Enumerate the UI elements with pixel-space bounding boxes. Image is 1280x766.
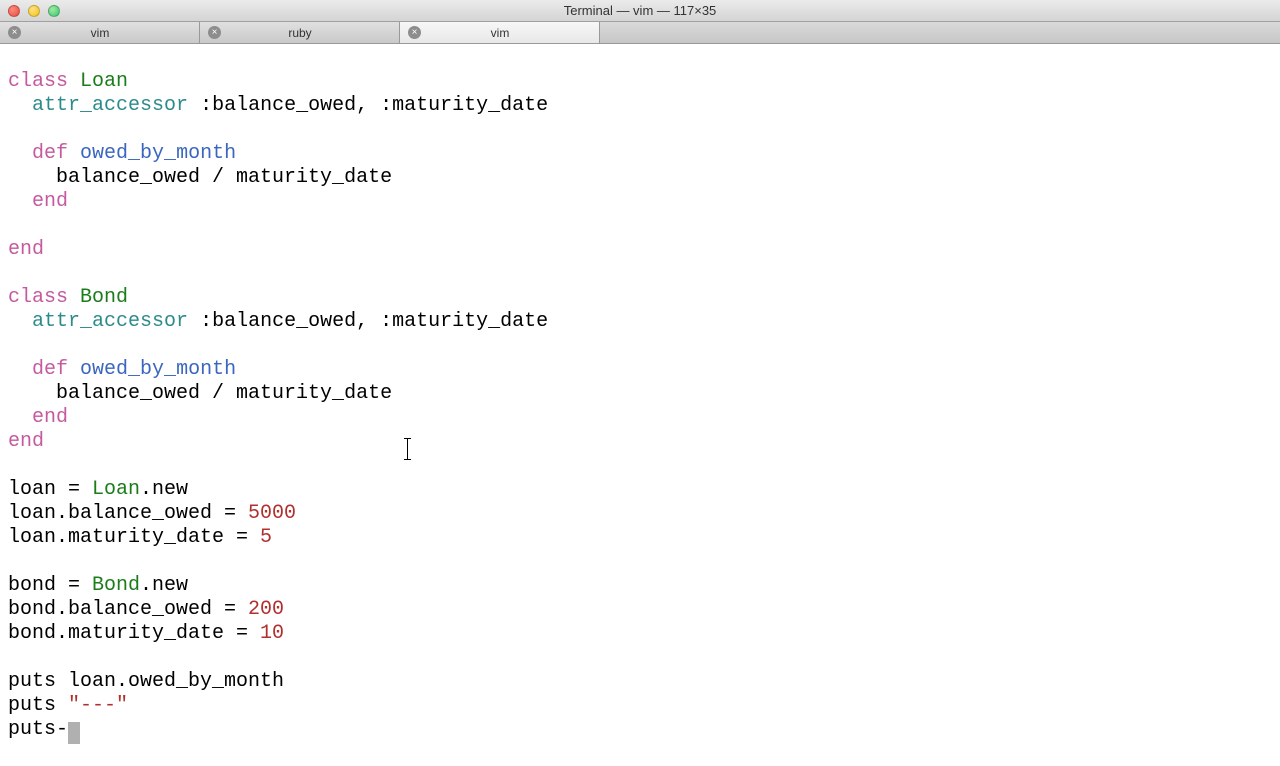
- keyword-def: def: [32, 142, 68, 165]
- keyword-def: def: [32, 358, 68, 381]
- number-literal: 200: [248, 598, 284, 621]
- code-text: puts loan.owed_by_month: [8, 670, 284, 693]
- const-ref: Bond: [92, 574, 140, 597]
- method-name: owed_by_month: [80, 142, 236, 165]
- code-text: puts: [8, 694, 68, 717]
- keyword-end: end: [8, 238, 44, 261]
- keyword-class: class: [8, 286, 68, 309]
- code-text: loan =: [8, 478, 92, 501]
- tab-vim-1[interactable]: × vim: [0, 22, 200, 43]
- tab-ruby[interactable]: × ruby: [200, 22, 400, 43]
- code-text: loan.maturity_date =: [8, 526, 260, 549]
- string-literal: "---": [68, 694, 128, 717]
- number-literal: 5: [260, 526, 272, 549]
- close-tab-icon[interactable]: ×: [408, 26, 421, 39]
- tab-bar: × vim × ruby × vim: [0, 22, 1280, 44]
- close-tab-icon[interactable]: ×: [208, 26, 221, 39]
- number-literal: 5000: [248, 502, 296, 525]
- code-text: puts-: [8, 718, 68, 741]
- code-text: .new: [140, 478, 188, 501]
- zoom-icon[interactable]: [48, 5, 60, 17]
- method-body: balance_owed / maturity_date: [56, 382, 392, 405]
- number-literal: 10: [260, 622, 284, 645]
- attr-accessor: attr_accessor: [32, 310, 188, 333]
- keyword-end: end: [32, 406, 68, 429]
- code-text: .new: [140, 574, 188, 597]
- code-text: bond.maturity_date =: [8, 622, 260, 645]
- tab-vim-2[interactable]: × vim: [400, 22, 600, 43]
- class-name: Bond: [80, 286, 128, 309]
- keyword-end: end: [8, 430, 44, 453]
- class-name: Loan: [80, 70, 128, 93]
- code-text: loan.balance_owed =: [8, 502, 248, 525]
- keyword-class: class: [8, 70, 68, 93]
- window-title: Terminal — vim — 117×35: [564, 3, 717, 18]
- close-icon[interactable]: [8, 5, 20, 17]
- code-text: bond.balance_owed =: [8, 598, 248, 621]
- editor-viewport[interactable]: class Loan attr_accessor :balance_owed, …: [0, 44, 1280, 766]
- attr-accessor: attr_accessor: [32, 94, 188, 117]
- traffic-lights: [8, 5, 60, 17]
- const-ref: Loan: [92, 478, 140, 501]
- keyword-end: end: [32, 190, 68, 213]
- symbol-list: :balance_owed, :maturity_date: [200, 94, 548, 117]
- tab-label: vim: [21, 26, 199, 40]
- symbol-list: :balance_owed, :maturity_date: [200, 310, 548, 333]
- close-tab-icon[interactable]: ×: [8, 26, 21, 39]
- minimize-icon[interactable]: [28, 5, 40, 17]
- text-cursor-icon: [407, 438, 408, 460]
- window-titlebar: Terminal — vim — 117×35: [0, 0, 1280, 22]
- block-cursor-icon: [68, 722, 80, 744]
- code-text: bond =: [8, 574, 92, 597]
- method-body: balance_owed / maturity_date: [56, 166, 392, 189]
- tab-label: vim: [421, 26, 599, 40]
- method-name: owed_by_month: [80, 358, 236, 381]
- tab-label: ruby: [221, 26, 399, 40]
